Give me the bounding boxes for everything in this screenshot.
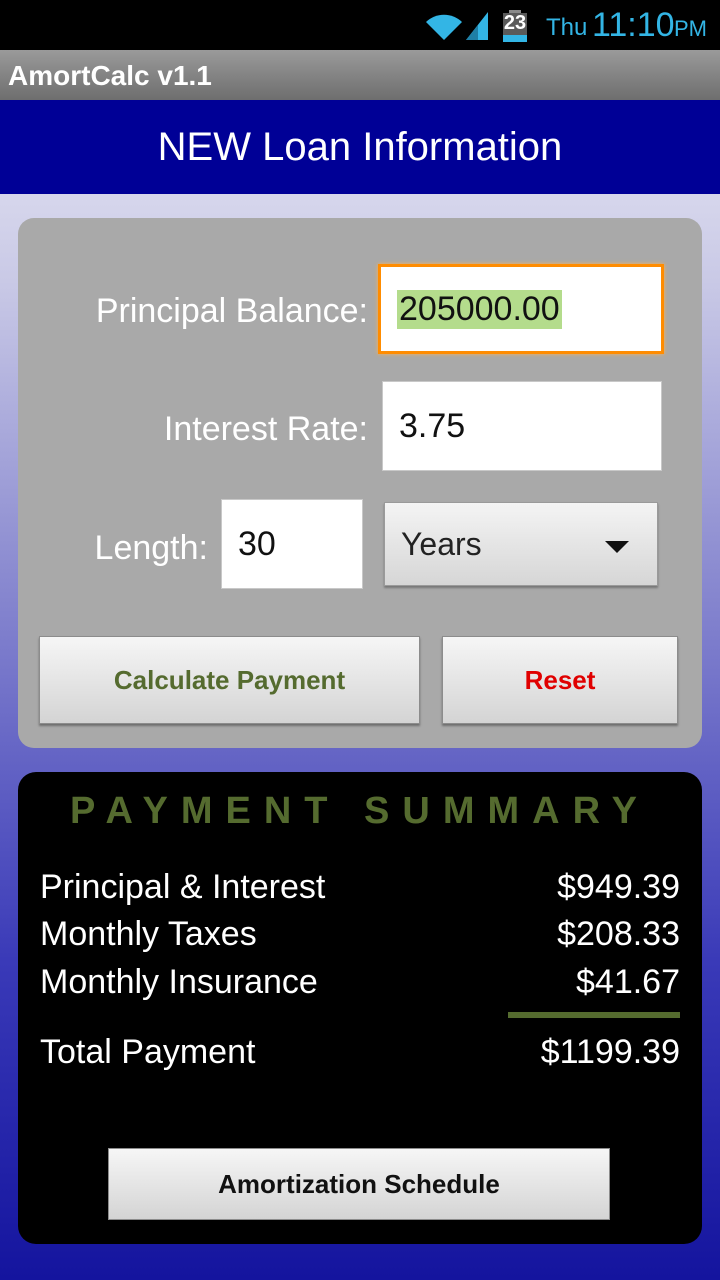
battery-level: 23 xyxy=(503,12,527,34)
interest-value: 3.75 xyxy=(399,406,466,445)
summary-row-label: Monthly Insurance xyxy=(40,963,318,1001)
loan-input-panel: Principal Balance: 205000.00 Interest Ra… xyxy=(18,218,702,748)
status-day: Thu xyxy=(546,14,588,41)
summary-row-value: $949.39 xyxy=(557,868,680,906)
app-title: AmortCalc v1.1 xyxy=(8,60,212,91)
interest-label: Interest Rate: xyxy=(163,410,368,448)
amortization-schedule-label: Amortization Schedule xyxy=(218,1168,500,1199)
summary-title: PAYMENT SUMMARY xyxy=(70,790,650,832)
payment-summary-panel: PAYMENT SUMMARY Principal & Interest $94… xyxy=(18,772,702,1244)
status-time: 11:10 xyxy=(592,6,675,44)
principal-input[interactable]: 205000.00 xyxy=(378,264,664,354)
reset-button[interactable]: Reset xyxy=(442,636,678,724)
total-divider xyxy=(508,1012,680,1018)
summary-row-value: $208.33 xyxy=(557,915,680,953)
summary-row-label: Monthly Taxes xyxy=(40,915,257,953)
amortization-schedule-button[interactable]: Amortization Schedule xyxy=(108,1148,610,1220)
total-payment-value: $1199.39 xyxy=(540,1033,680,1071)
reset-label: Reset xyxy=(524,664,596,695)
status-ampm: PM xyxy=(674,16,707,41)
summary-row-label: Principal & Interest xyxy=(40,868,326,906)
app-title-bar: AmortCalc v1.1 xyxy=(0,50,720,100)
length-value: 30 xyxy=(238,524,276,563)
total-payment-label: Total Payment xyxy=(40,1033,256,1071)
page-title: NEW Loan Information xyxy=(0,100,720,194)
signal-icon xyxy=(466,12,488,40)
length-unit-select[interactable]: Years xyxy=(384,502,658,586)
summary-row-value: $41.67 xyxy=(576,963,680,1001)
calculate-payment-label: Calculate Payment xyxy=(113,664,346,695)
length-unit-value: Years xyxy=(401,525,482,562)
calculate-payment-button[interactable]: Calculate Payment xyxy=(39,636,420,724)
principal-label: Principal Balance: xyxy=(95,292,368,330)
length-label: Length: xyxy=(94,529,208,567)
chevron-down-icon xyxy=(605,541,629,553)
interest-input[interactable]: 3.75 xyxy=(382,381,662,471)
length-input[interactable]: 30 xyxy=(221,499,363,589)
wifi-icon xyxy=(426,14,462,41)
status-bar: 23 Thu 11:10 PM xyxy=(0,0,720,50)
principal-value: 205000.00 xyxy=(397,289,562,329)
